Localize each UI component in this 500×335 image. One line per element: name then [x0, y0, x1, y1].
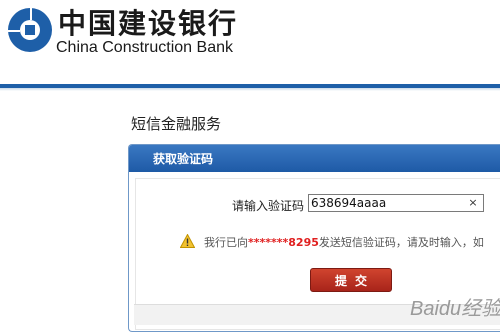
brand-name-cn: 中国建设银行 [58, 7, 239, 40]
submit-button[interactable]: 提交 [310, 268, 392, 292]
watermark: Baidu经验 [410, 298, 500, 320]
panel-header: 获取验证码 [129, 145, 500, 172]
warning-icon [180, 234, 195, 248]
panel-title: 获取验证码 [153, 152, 214, 166]
brand-name-en: China Construction Bank [56, 39, 233, 56]
sms-notice: 我行已向*******8295发送短信验证码，请及时输入，如 [204, 234, 484, 250]
notice-suffix: 发送短信验证码，请及时输入，如 [318, 236, 484, 249]
page-header: 中国建设银行 China Construction Bank [0, 0, 500, 84]
header-divider-shadow [0, 88, 500, 91]
clear-input-icon[interactable]: × [466, 196, 480, 210]
notice-prefix: 我行已向 [204, 236, 248, 249]
ccb-logo-icon [8, 8, 52, 52]
section-title: 短信金融服务 [131, 115, 222, 133]
verification-code-input[interactable] [308, 194, 484, 212]
masked-phone-number: *******8295 [248, 236, 319, 249]
code-field-label: 请输入验证码 [232, 199, 305, 213]
